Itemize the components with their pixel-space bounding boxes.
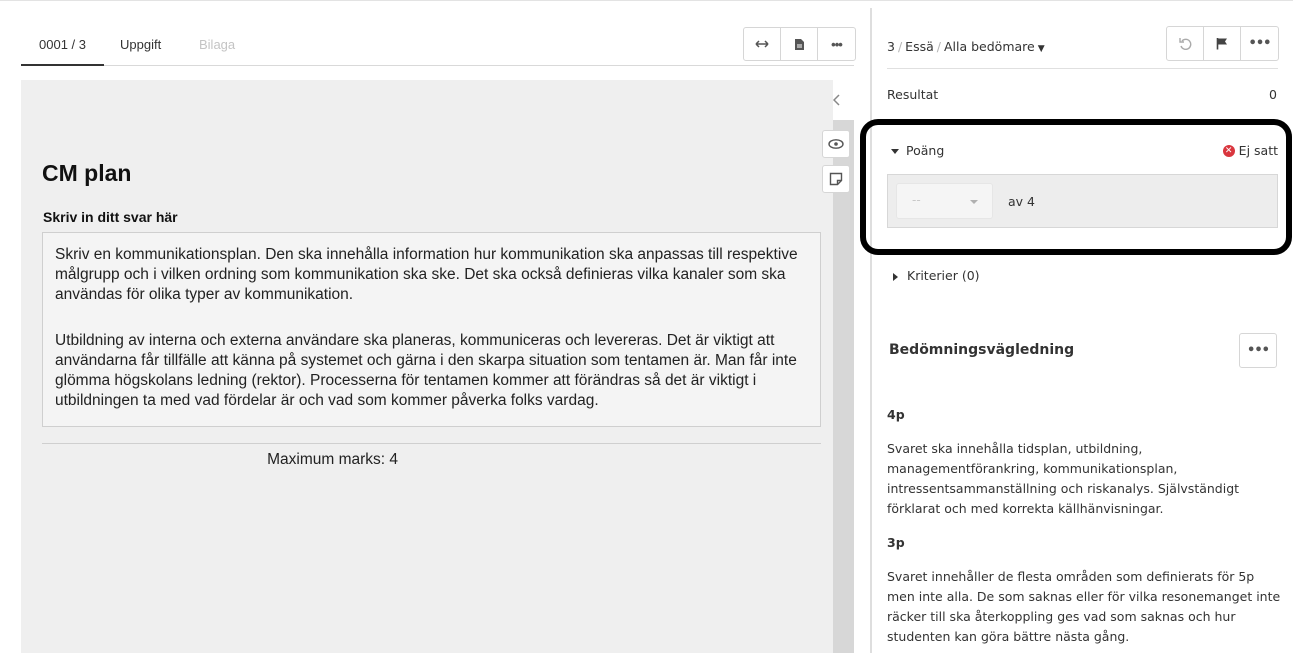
answer-heading: Skriv in ditt svar här <box>43 209 178 225</box>
result-label: Resultat <box>887 87 939 102</box>
question-pane: 0001 / 3 Uppgift Bilaga ••• CM plan Skri… <box>0 0 870 653</box>
scrollbar[interactable] <box>833 120 854 653</box>
tab-bar: 0001 / 3 Uppgift Bilaga <box>21 27 854 66</box>
note-icon[interactable] <box>822 165 850 193</box>
max-marks: Maximum marks: 4 <box>267 451 398 468</box>
grading-toolbar: ••• <box>1166 26 1279 61</box>
chevron-left-icon[interactable] <box>822 82 852 118</box>
guide-title: Bedömningsvägledning <box>889 342 1075 358</box>
grading-guide: 4p Svaret ska innehålla tidsplan, utbild… <box>887 405 1282 653</box>
more-icon[interactable]: ••• <box>1241 27 1278 60</box>
caret-right-icon <box>893 272 898 281</box>
guide-text: Svaret innehåller de flesta områden som … <box>887 569 1281 644</box>
breadcrumb-type: Essä <box>905 39 934 54</box>
answer-paragraph: Skriv en kommunikationsplan. Den ska inn… <box>55 246 798 303</box>
guide-level: 4p <box>887 407 905 422</box>
question-title: CM plan <box>42 160 132 186</box>
tab-bilaga: Bilaga <box>199 37 236 52</box>
expand-horizontal-icon[interactable] <box>744 28 781 60</box>
result-value: 0 <box>1269 87 1277 102</box>
document-icon[interactable] <box>781 28 818 60</box>
question-toolbar: ••• <box>743 27 856 61</box>
eye-icon[interactable] <box>822 130 850 158</box>
caret-down-icon: ▼ <box>1037 44 1045 54</box>
undo-icon[interactable] <box>1167 27 1204 60</box>
guide-text: Svaret ska innehålla tidsplan, utbildnin… <box>887 441 1240 516</box>
divider <box>42 443 821 444</box>
divider <box>887 68 1278 69</box>
grading-pane: 3/Essä / Alla bedömare ▼ ••• Resultat 0 Poä… <box>860 0 1293 653</box>
criteria-toggle[interactable]: Kriterier (0) <box>893 268 980 283</box>
more-icon[interactable]: ••• <box>818 28 855 60</box>
tab-question-counter[interactable]: 0001 / 3 <box>21 27 104 66</box>
guide-level: 3p <box>887 535 905 550</box>
more-icon[interactable]: ••• <box>1239 333 1277 368</box>
breadcrumb-number: 3 <box>887 39 895 54</box>
answer-paragraph: Utbildning av interna och externa använd… <box>55 332 797 409</box>
answer-text: Skriv en kommunikationsplan. Den ska inn… <box>42 232 821 427</box>
highlight-frame <box>860 119 1292 255</box>
flag-icon[interactable] <box>1204 27 1241 60</box>
grader-dropdown[interactable]: Alla bedömare ▼ <box>944 39 1045 54</box>
tab-uppgift[interactable]: Uppgift <box>120 27 161 66</box>
breadcrumb: 3/Essä / Alla bedömare ▼ <box>887 39 1045 54</box>
